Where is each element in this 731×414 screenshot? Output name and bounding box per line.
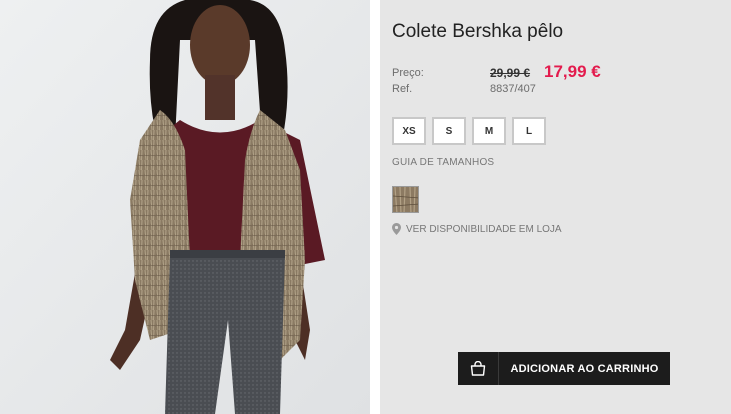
size-option-m[interactable]: M [472,117,506,145]
cart-icon-container [458,352,499,385]
product-photo-illustration [0,0,370,414]
panel-gap [370,0,380,414]
size-option-s[interactable]: S [432,117,466,145]
fur-texture-swatch [393,187,418,212]
store-availability-label: VER DISPONIBILIDADE EM LOJA [406,223,562,235]
ref-value: 8837/407 [490,83,536,95]
store-availability-link[interactable]: VER DISPONIBILIDADE EM LOJA [392,223,562,235]
size-selector: XS S M L [392,117,546,145]
size-option-xs[interactable]: XS [392,117,426,145]
product-title: Colete Bershka pêlo [392,21,564,42]
add-to-cart-button[interactable]: ADICIONAR AO CARRINHO [458,352,670,385]
old-price: 29,99 € [490,66,531,80]
price-label: Preço: [392,67,424,79]
size-guide-link[interactable]: GUIA DE TAMANHOS [392,157,494,168]
add-to-cart-label: ADICIONAR AO CARRINHO [510,362,659,375]
shopping-bag-icon [470,361,486,376]
size-option-l[interactable]: L [512,117,546,145]
ref-label: Ref. [392,83,413,95]
product-image[interactable] [0,0,370,414]
color-swatch[interactable] [392,186,419,213]
map-pin-icon [392,223,401,235]
sale-price: 17,99 € [544,62,601,81]
